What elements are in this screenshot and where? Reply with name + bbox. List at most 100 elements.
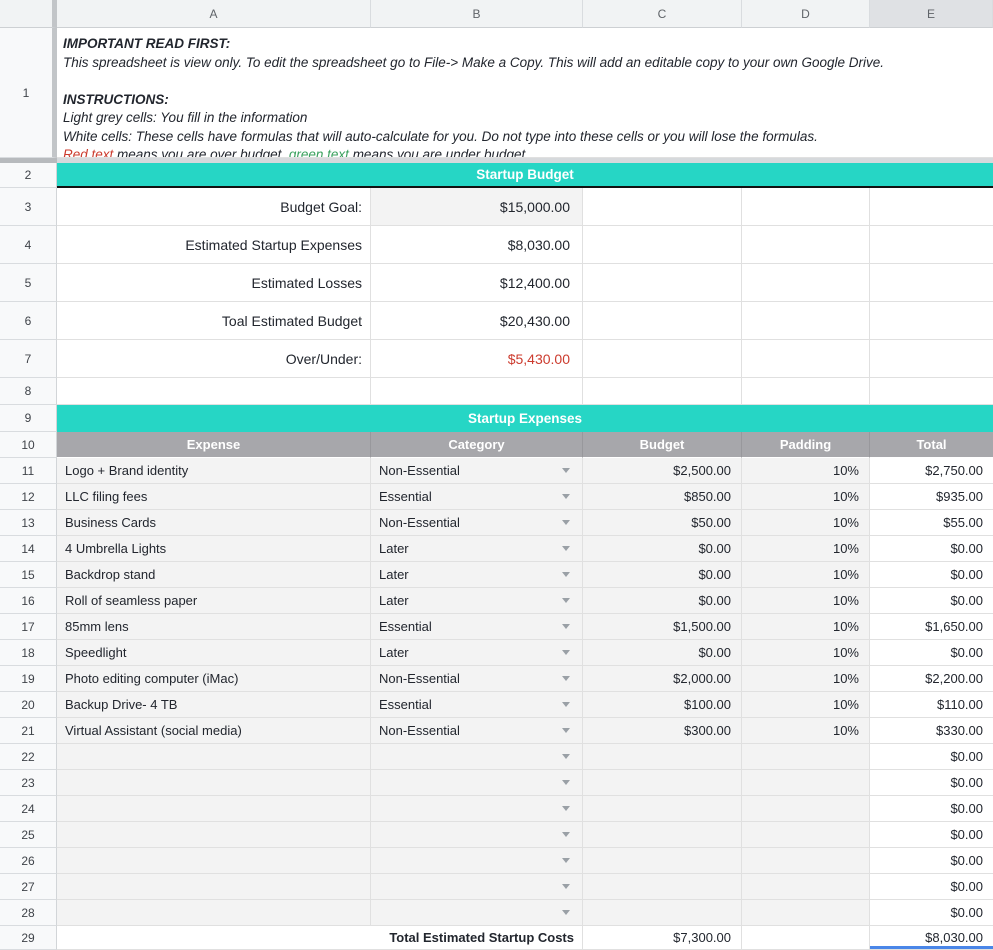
padding-cell[interactable]: 10% [742,588,870,614]
dropdown-arrow-icon[interactable] [562,754,570,759]
dropdown-arrow-icon[interactable] [562,494,570,499]
total-cell[interactable]: $0.00 [870,640,993,666]
grand-total-cell[interactable]: $8,030.00 [870,926,993,950]
row-number[interactable]: 25 [0,822,57,848]
padding-cell[interactable] [742,744,870,770]
expense-name-cell[interactable]: Speedlight [57,640,371,666]
expense-name-cell[interactable]: 4 Umbrella Lights [57,536,371,562]
empty-cell[interactable] [583,302,742,340]
row-number[interactable]: 15 [0,562,57,588]
padding-cell[interactable]: 10% [742,562,870,588]
padding-cell[interactable]: 10% [742,484,870,510]
budget-cell[interactable] [583,822,742,848]
total-cell[interactable]: $0.00 [870,588,993,614]
empty-cell[interactable] [742,926,870,950]
empty-cell[interactable] [870,188,993,226]
row-number[interactable]: 4 [0,226,57,264]
empty-cell[interactable] [583,188,742,226]
budget-cell[interactable] [583,848,742,874]
column-header-a[interactable]: A [57,0,371,28]
row-number[interactable]: 14 [0,536,57,562]
header-padding[interactable]: Padding [742,432,870,458]
padding-cell[interactable] [742,822,870,848]
expense-name-cell[interactable]: Photo editing computer (iMac) [57,666,371,692]
total-cell[interactable]: $0.00 [870,536,993,562]
category-cell[interactable]: Essential [371,692,583,718]
dropdown-arrow-icon[interactable] [562,624,570,629]
header-total[interactable]: Total [870,432,993,458]
total-costs-label-cell[interactable]: Total Estimated Startup Costs [57,926,583,950]
row-number[interactable]: 17 [0,614,57,640]
expense-name-cell[interactable]: LLC filing fees [57,484,371,510]
empty-cell[interactable] [57,378,371,405]
padding-cell[interactable]: 10% [742,614,870,640]
total-cell[interactable]: $1,650.00 [870,614,993,640]
budget-value-cell[interactable]: $15,000.00 [371,188,583,226]
column-header-c[interactable]: C [583,0,742,28]
expense-name-cell[interactable] [57,900,371,926]
row-number[interactable]: 26 [0,848,57,874]
dropdown-arrow-icon[interactable] [562,858,570,863]
total-cell[interactable]: $0.00 [870,562,993,588]
row-number[interactable]: 10 [0,432,57,458]
budget-cell[interactable]: $0.00 [583,562,742,588]
total-cell[interactable]: $0.00 [870,874,993,900]
row-number[interactable]: 8 [0,378,57,405]
total-cell[interactable]: $0.00 [870,770,993,796]
row-number[interactable]: 9 [0,405,57,432]
dropdown-arrow-icon[interactable] [562,780,570,785]
budget-cell[interactable]: $300.00 [583,718,742,744]
padding-cell[interactable] [742,770,870,796]
dropdown-arrow-icon[interactable] [562,468,570,473]
row-number[interactable]: 11 [0,458,57,484]
dropdown-arrow-icon[interactable] [562,806,570,811]
select-all-corner[interactable] [0,0,57,28]
empty-cell[interactable] [870,226,993,264]
expense-name-cell[interactable]: Backdrop stand [57,562,371,588]
header-category[interactable]: Category [371,432,583,458]
expense-name-cell[interactable]: Roll of seamless paper [57,588,371,614]
budget-value-cell[interactable]: $8,030.00 [371,226,583,264]
expense-name-cell[interactable]: Logo + Brand identity [57,458,371,484]
total-cell[interactable]: $2,750.00 [870,458,993,484]
total-budget-cell[interactable]: $7,300.00 [583,926,742,950]
dropdown-arrow-icon[interactable] [562,572,570,577]
empty-cell[interactable] [583,340,742,378]
expense-name-cell[interactable] [57,874,371,900]
dropdown-arrow-icon[interactable] [562,702,570,707]
column-header-d[interactable]: D [742,0,870,28]
dropdown-arrow-icon[interactable] [562,910,570,915]
category-cell[interactable]: Essential [371,484,583,510]
budget-cell[interactable]: $1,500.00 [583,614,742,640]
dropdown-arrow-icon[interactable] [562,884,570,889]
budget-cell[interactable] [583,744,742,770]
row-number[interactable]: 23 [0,770,57,796]
category-cell[interactable]: Non-Essential [371,458,583,484]
dropdown-arrow-icon[interactable] [562,728,570,733]
padding-cell[interactable]: 10% [742,458,870,484]
category-cell[interactable] [371,744,583,770]
total-cell[interactable]: $0.00 [870,744,993,770]
dropdown-arrow-icon[interactable] [562,650,570,655]
expense-name-cell[interactable]: 85mm lens [57,614,371,640]
padding-cell[interactable] [742,848,870,874]
dropdown-arrow-icon[interactable] [562,676,570,681]
row-number[interactable]: 16 [0,588,57,614]
column-header-e[interactable]: E [870,0,993,28]
row-number[interactable]: 29 [0,926,57,950]
padding-cell[interactable]: 10% [742,510,870,536]
padding-cell[interactable] [742,796,870,822]
empty-cell[interactable] [870,264,993,302]
category-cell[interactable]: Essential [371,614,583,640]
row-number[interactable]: 28 [0,900,57,926]
budget-cell[interactable]: $2,500.00 [583,458,742,484]
budget-cell[interactable]: $50.00 [583,510,742,536]
padding-cell[interactable] [742,874,870,900]
row-number[interactable]: 12 [0,484,57,510]
empty-cell[interactable] [742,340,870,378]
dropdown-arrow-icon[interactable] [562,520,570,525]
budget-label-cell[interactable]: Over/Under: [57,340,371,378]
total-cell[interactable]: $935.00 [870,484,993,510]
row-number[interactable]: 21 [0,718,57,744]
category-cell[interactable] [371,770,583,796]
